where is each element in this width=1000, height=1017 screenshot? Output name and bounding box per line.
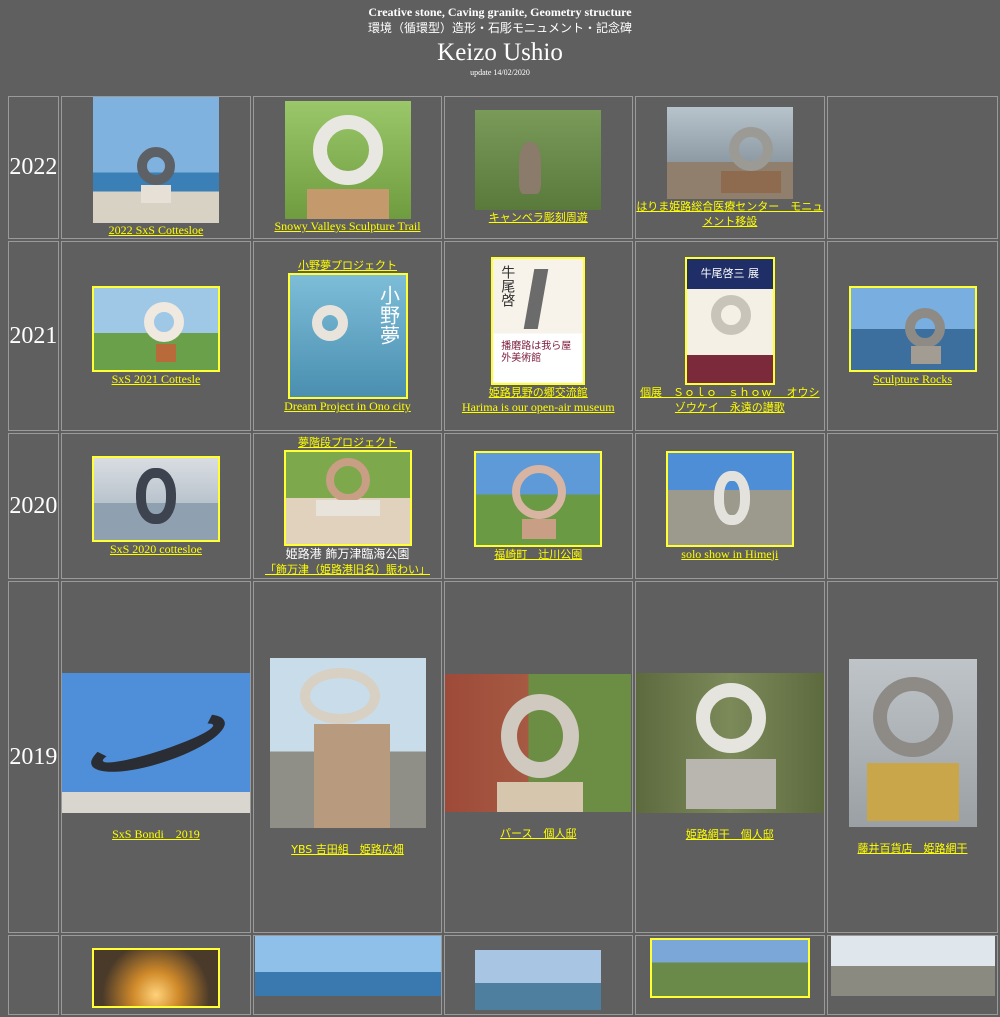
work-link[interactable]: 藤井百貨店 姫路網干	[828, 841, 997, 856]
work-photo[interactable]	[254, 936, 441, 996]
work-link[interactable]: SxS 2021 Cottesle	[62, 372, 250, 387]
empty-cell	[827, 96, 998, 239]
poster-title: 小野夢	[376, 285, 401, 345]
work-cell: Sculpture Rocks	[827, 241, 998, 431]
work-cell	[443, 935, 633, 1015]
artist-name: Keizo Ushio	[437, 39, 563, 66]
year-row-partial	[8, 935, 998, 1015]
work-cell: YBS 吉田組 姫路広畑	[253, 581, 442, 933]
poster-image[interactable]: 牛尾啓三 展	[684, 257, 775, 385]
work-photo[interactable]	[475, 950, 602, 1010]
work-link[interactable]: 2022 SxS Cottesloe	[62, 223, 250, 238]
year-label: 2019	[8, 581, 59, 933]
year-row-2021: 2021 SxS 2021 Cottesle 小野夢プロジェクト 小野夢 Dre…	[8, 241, 998, 431]
work-cell: 姫路網干 個人邸	[634, 581, 825, 933]
work-photo[interactable]	[665, 450, 794, 547]
work-link[interactable]: SxS 2020 cottesloe	[62, 542, 250, 557]
work-cell	[60, 935, 252, 1015]
work-link[interactable]: 個展 Ｓｏｌｏ ｓｈｏｗ オウシゾウケイ 永遠の讃歌	[636, 385, 824, 415]
work-link[interactable]: Sculpture Rocks	[828, 372, 997, 387]
work-cell: 小野夢プロジェクト 小野夢 Dream Project in Ono city	[253, 241, 442, 431]
work-link[interactable]: YBS 吉田組 姫路広畑	[254, 842, 441, 857]
work-cell	[634, 935, 825, 1015]
work-link[interactable]: solo show in Himeji	[636, 547, 824, 562]
work-cell: SxS 2020 cottesloe	[60, 433, 252, 579]
year-label: 2022	[8, 96, 59, 239]
tagline: Creative stone, Caving granite, Geometry…	[368, 5, 632, 19]
work-link[interactable]: 姫路見野の郷交流館	[445, 385, 632, 400]
work-cell: 牛尾啓三 展 個展 Ｓｏｌｏ ｓｈｏｗ オウシゾウケイ 永遠の讃歌	[634, 241, 825, 431]
work-cell: solo show in Himeji	[634, 433, 825, 579]
work-link-english[interactable]: Harima is our open-air museum	[445, 400, 632, 415]
work-link[interactable]: パース 個人邸	[445, 826, 632, 841]
project-heading-link[interactable]: 小野夢プロジェクト	[254, 258, 441, 273]
work-photo[interactable]	[269, 657, 426, 828]
update-date: update 14/02/2020	[470, 68, 530, 77]
location-text: 姫路港 飾万津臨海公園	[285, 547, 410, 561]
work-photo[interactable]	[475, 110, 602, 210]
work-photo[interactable]	[284, 101, 411, 219]
work-photo[interactable]	[92, 97, 219, 223]
work-link[interactable]: キャンベラ彫刻周遊	[445, 210, 632, 225]
poster-image[interactable]: 小野夢	[287, 273, 408, 399]
empty-cell	[827, 433, 998, 579]
work-link[interactable]: 姫路網干 個人邸	[636, 827, 824, 842]
year-label: 2021	[8, 241, 59, 431]
poster-title: 播磨路は我ら屋外美術館	[501, 341, 572, 364]
work-cell: 藤井百貨店 姫路網干	[827, 581, 998, 933]
work-photo[interactable]	[283, 450, 412, 546]
work-photo[interactable]	[91, 285, 220, 372]
year-row-2022: 2022 2022 SxS Cottesloe Snowy Valleys Sc…	[8, 96, 998, 239]
works-table: 2022 2022 SxS Cottesloe Snowy Valleys Sc…	[6, 94, 1000, 1017]
work-photo[interactable]	[91, 948, 220, 1008]
work-link[interactable]: 「飾万津（姫路港旧名）賑わい」	[254, 562, 441, 577]
work-photo[interactable]	[649, 938, 810, 998]
year-row-2020: 2020 SxS 2020 cottesloe 夢階段プロジェクト 姫路港 飾万…	[8, 433, 998, 579]
work-link[interactable]: SxS Bondi 2019	[62, 827, 250, 842]
page-header: Creative stone, Caving granite, Geometry…	[0, 0, 1000, 78]
work-cell: パース 個人邸	[443, 581, 633, 933]
work-cell: 夢階段プロジェクト 姫路港 飾万津臨海公園 「飾万津（姫路港旧名）賑わい」	[253, 433, 442, 579]
japanese-subtitle: 環境（循環型）造形・石彫モニュメント・記念碑	[367, 21, 632, 35]
plaque	[866, 762, 959, 821]
work-link[interactable]: Dream Project in Ono city	[254, 399, 441, 414]
work-photo[interactable]	[474, 450, 603, 547]
work-cell: 牛尾啓 播磨路は我ら屋外美術館 姫路見野の郷交流館 Harima is our …	[443, 241, 633, 431]
work-photo[interactable]	[848, 658, 977, 827]
work-photo[interactable]	[830, 936, 995, 996]
work-cell: 福崎町 辻川公園	[443, 433, 633, 579]
year-label	[8, 935, 59, 1015]
work-link[interactable]: Snowy Valleys Sculpture Trail	[254, 219, 441, 234]
work-cell	[827, 935, 998, 1015]
work-cell	[253, 935, 442, 1015]
work-cell: はりま姫路総合医療センター モニュメント移設	[634, 96, 825, 239]
poster-side-title: 牛尾啓	[499, 265, 516, 307]
work-cell: キャンベラ彫刻周遊	[443, 96, 633, 239]
work-cell: SxS 2021 Cottesle	[60, 241, 252, 431]
year-label: 2020	[8, 433, 59, 579]
work-photo[interactable]	[666, 106, 793, 199]
work-link[interactable]: はりま姫路総合医療センター モニュメント移設	[636, 199, 824, 229]
poster-title: 牛尾啓三 展	[686, 259, 773, 289]
work-photo[interactable]	[635, 672, 824, 813]
project-heading-link[interactable]: 夢階段プロジェクト	[254, 435, 441, 450]
work-cell: SxS Bondi 2019	[60, 581, 252, 933]
work-link[interactable]: 福崎町 辻川公園	[445, 547, 632, 562]
poster-image[interactable]: 牛尾啓 播磨路は我ら屋外美術館	[491, 257, 586, 385]
work-photo[interactable]	[61, 672, 250, 813]
work-photo[interactable]	[445, 673, 632, 812]
work-photo[interactable]	[848, 285, 977, 372]
year-row-2019: 2019 SxS Bondi 2019 YBS 吉田組 姫路広畑 パース 個人邸	[8, 581, 998, 933]
work-photo[interactable]	[91, 455, 220, 542]
work-cell: 2022 SxS Cottesloe	[60, 96, 252, 239]
work-cell: Snowy Valleys Sculpture Trail	[253, 96, 442, 239]
